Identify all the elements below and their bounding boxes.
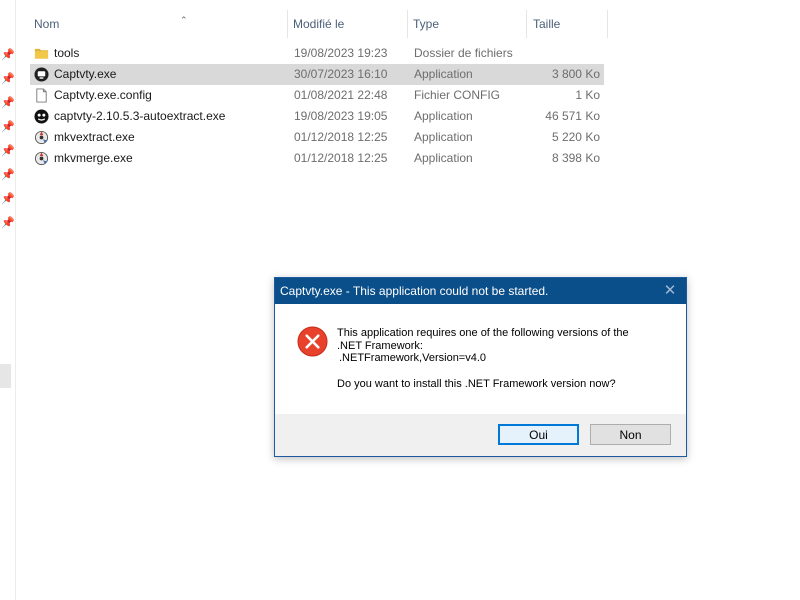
file-name: captvty-2.10.5.3-autoextract.exe xyxy=(54,109,226,123)
file-row[interactable]: mkvmerge.exe 01/12/2018 12:25 Applicatio… xyxy=(30,148,604,169)
folder-icon xyxy=(34,48,49,59)
column-header-type[interactable]: Type xyxy=(409,10,527,38)
file-size: 46 571 Ko xyxy=(545,109,600,123)
file-name: Captvty.exe.config xyxy=(54,88,152,102)
dialog-message-version: .NETFramework,Version=v4.0 xyxy=(339,352,487,364)
column-header-modified-label: Modifié le xyxy=(293,17,345,31)
column-header-modified[interactable]: Modifié le xyxy=(289,10,408,38)
dialog-message-line2: .NET Framework: xyxy=(337,340,423,352)
file-type: Application xyxy=(414,67,473,81)
error-icon xyxy=(297,326,328,357)
document-icon xyxy=(36,88,47,103)
file-type: Application xyxy=(414,109,473,123)
nav-scrollbar-thumb[interactable] xyxy=(0,364,11,388)
column-header-size-label: Taille xyxy=(533,17,561,31)
column-header-name-label: Nom xyxy=(34,17,60,31)
pin-icon[interactable]: 📌 xyxy=(1,49,15,61)
file-modified: 19/08/2023 19:23 xyxy=(294,46,388,60)
file-row[interactable]: Captvty.exe.config 01/08/2021 22:48 Fich… xyxy=(30,85,604,106)
captvty-app-icon xyxy=(34,67,49,82)
file-name: mkvmerge.exe xyxy=(54,151,133,165)
mkvtoolnix-icon xyxy=(34,130,49,145)
file-modified: 01/08/2021 22:48 xyxy=(294,88,388,102)
file-row[interactable]: captvty-2.10.5.3-autoextract.exe 19/08/2… xyxy=(30,106,604,127)
file-row[interactable]: tools 19/08/2023 19:23 Dossier de fichie… xyxy=(30,43,604,64)
dialog-title: Captvty.exe - This application could not… xyxy=(280,284,549,298)
pin-icon[interactable]: 📌 xyxy=(1,121,15,133)
dialog-body: This application requires one of the fol… xyxy=(275,304,686,414)
pin-icon[interactable]: 📌 xyxy=(1,97,15,109)
file-size: 8 398 Ko xyxy=(551,151,600,165)
file-type: Fichier CONFIG xyxy=(414,88,501,102)
close-icon[interactable]: ✕ xyxy=(662,278,678,304)
file-name: Captvty.exe xyxy=(54,67,117,81)
dialog-button-bar: Oui Non xyxy=(275,414,686,456)
file-type: Application xyxy=(414,130,473,144)
yes-button[interactable]: Oui xyxy=(498,424,579,445)
no-button[interactable]: Non xyxy=(590,424,671,445)
column-header-type-label: Type xyxy=(413,17,440,31)
column-header-size[interactable]: Taille xyxy=(529,10,608,38)
column-header-name[interactable]: Nom ⌃ xyxy=(30,10,288,38)
sort-ascending-icon: ⌃ xyxy=(180,15,188,25)
file-type: Dossier de fichiers xyxy=(414,46,513,60)
pin-icon[interactable]: 📌 xyxy=(1,193,15,205)
file-name: mkvextract.exe xyxy=(54,130,135,144)
file-modified: 01/12/2018 12:25 xyxy=(294,130,388,144)
file-modified: 19/08/2023 19:05 xyxy=(294,109,388,123)
file-size: 1 Ko xyxy=(575,88,600,102)
pin-icon[interactable]: 📌 xyxy=(1,73,15,85)
file-row-selected[interactable]: Captvty.exe 30/07/2023 16:10 Application… xyxy=(30,64,604,85)
file-type: Application xyxy=(414,151,473,165)
file-modified: 30/07/2023 16:10 xyxy=(294,67,388,81)
file-modified: 01/12/2018 12:25 xyxy=(294,151,388,165)
pin-icon[interactable]: 📌 xyxy=(1,145,15,157)
pin-icon[interactable]: 📌 xyxy=(1,169,15,181)
mkvtoolnix-icon xyxy=(34,151,49,166)
installer-icon xyxy=(34,109,49,124)
file-row[interactable]: mkvextract.exe 01/12/2018 12:25 Applicat… xyxy=(30,127,604,148)
error-dialog: Captvty.exe - This application could not… xyxy=(274,277,687,457)
file-name: tools xyxy=(54,46,80,60)
pin-icon[interactable]: 📌 xyxy=(1,217,15,229)
file-size: 3 800 Ko xyxy=(551,67,600,81)
navigation-pane-edge: 📌 📌 📌 📌 📌 📌 📌 📌 xyxy=(0,0,16,600)
dialog-message-line1: This application requires one of the fol… xyxy=(337,327,629,339)
file-size: 5 220 Ko xyxy=(551,130,600,144)
dialog-title-bar[interactable]: Captvty.exe - This application could not… xyxy=(275,278,686,304)
dialog-question: Do you want to install this .NET Framewo… xyxy=(337,378,616,390)
